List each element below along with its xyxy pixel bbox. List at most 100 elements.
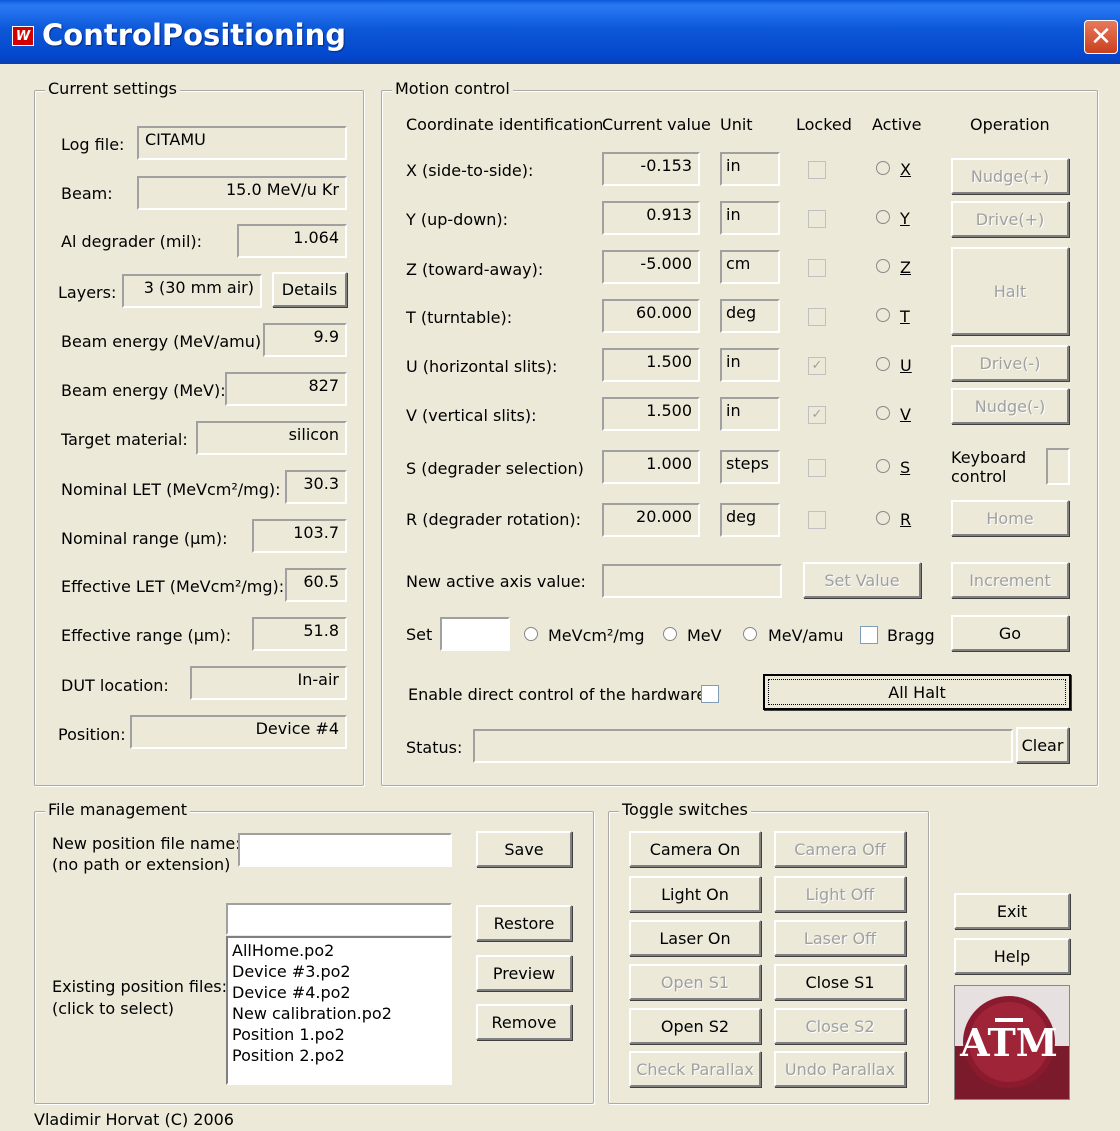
axis-s-label: S (degrader selection) [406, 459, 584, 478]
nominal-range-label: Nominal range (µm): [61, 529, 228, 548]
list-item[interactable]: New calibration.po2 [232, 1003, 446, 1024]
axis-z-locked-checkbox [808, 259, 826, 277]
exit-button[interactable]: Exit [954, 893, 1070, 929]
al-degrader-field: 1.064 [237, 224, 347, 258]
laser-off-button[interactable]: Laser Off [774, 920, 906, 956]
axis-z-key: Z [900, 258, 911, 277]
log-file-label: Log file: [61, 135, 125, 154]
set-input[interactable] [440, 617, 510, 651]
undo-parallax-button[interactable]: Undo Parallax [774, 1051, 906, 1087]
let-option-label: MeVcm²/mg [548, 626, 645, 645]
drive-minus-button[interactable]: Drive(-) [951, 345, 1069, 381]
axis-t-label: T (turntable): [406, 308, 513, 327]
beam-energy-amu-field: 9.9 [263, 323, 347, 357]
axis-v-active-radio[interactable] [876, 406, 890, 420]
effective-range-label: Effective range (µm): [61, 626, 232, 645]
axis-y-unit: in [720, 201, 780, 235]
enable-hardware-checkbox[interactable] [701, 685, 719, 703]
halt-button[interactable]: Halt [951, 247, 1069, 335]
existing-files-listbox[interactable]: AllHome.po2 Device #3.po2 Device #4.po2 … [226, 936, 452, 1085]
axis-u-unit: in [720, 348, 780, 382]
header-current-value: Current value [602, 115, 711, 134]
current-settings-legend: Current settings [45, 79, 180, 98]
target-material-label: Target material: [61, 430, 188, 449]
new-file-hint: (no path or extension) [52, 855, 231, 874]
list-item[interactable]: Position 2.po2 [232, 1045, 446, 1066]
nominal-let-label: Nominal LET (MeVcm²/mg): [61, 480, 281, 499]
axis-r-value: 20.000 [602, 503, 700, 537]
list-item[interactable]: Device #4.po2 [232, 982, 446, 1003]
axis-y-key: Y [900, 209, 910, 228]
effective-let-field: 60.5 [285, 568, 347, 602]
nudge-plus-button[interactable]: Nudge(+) [951, 158, 1069, 194]
axis-y-active-radio[interactable] [876, 210, 890, 224]
bragg-checkbox[interactable] [860, 626, 878, 644]
selected-file-input[interactable] [226, 903, 452, 935]
restore-button[interactable]: Restore [476, 905, 572, 941]
save-button[interactable]: Save [476, 831, 572, 867]
camera-on-button[interactable]: Camera On [629, 831, 761, 867]
drive-plus-button[interactable]: Drive(+) [951, 201, 1069, 237]
mev-radio[interactable] [663, 627, 677, 641]
list-item[interactable]: Device #3.po2 [232, 961, 446, 982]
axis-t-key: T [900, 307, 910, 326]
close-s2-button[interactable]: Close S2 [774, 1008, 906, 1044]
beam-energy-label: Beam energy (MeV): [61, 381, 226, 400]
position-label: Position: [58, 725, 126, 744]
nudge-minus-button[interactable]: Nudge(-) [951, 388, 1069, 424]
keyboard-control-field[interactable] [1046, 448, 1070, 485]
axis-u-locked-checkbox: ✓ [808, 357, 826, 375]
axis-s-active-radio[interactable] [876, 459, 890, 473]
new-file-label: New position file name: [52, 834, 241, 853]
copyright-footer: Vladimir Horvat (C) 2006 [34, 1110, 234, 1129]
list-item[interactable]: AllHome.po2 [232, 940, 446, 961]
effective-let-label: Effective LET (MeVcm²/mg): [61, 577, 285, 596]
help-button[interactable]: Help [954, 938, 1070, 974]
nominal-let-field: 30.3 [285, 470, 347, 504]
preview-button[interactable]: Preview [476, 955, 572, 991]
axis-r-label: R (degrader rotation): [406, 510, 582, 529]
existing-files-hint: (click to select) [52, 999, 175, 1018]
al-degrader-label: Al degrader (mil): [61, 232, 203, 251]
axis-t-active-radio[interactable] [876, 308, 890, 322]
let-radio[interactable] [524, 627, 538, 641]
light-on-button[interactable]: Light On [629, 876, 761, 912]
light-off-button[interactable]: Light Off [774, 876, 906, 912]
tamu-logo-icon: ATM [955, 986, 1069, 1099]
axis-u-active-radio[interactable] [876, 357, 890, 371]
new-file-name-input[interactable] [238, 833, 452, 867]
nominal-range-field: 103.7 [252, 519, 347, 553]
axis-x-value: -0.153 [602, 152, 700, 186]
go-button[interactable]: Go [951, 615, 1069, 651]
laser-on-button[interactable]: Laser On [629, 920, 761, 956]
camera-off-button[interactable]: Camera Off [774, 831, 906, 867]
remove-button[interactable]: Remove [476, 1004, 572, 1040]
clear-button[interactable]: Clear [1016, 727, 1069, 763]
axis-z-unit: cm [720, 250, 780, 284]
home-button[interactable]: Home [951, 500, 1069, 536]
open-s2-button[interactable]: Open S2 [629, 1008, 761, 1044]
dut-location-label: DUT location: [61, 676, 169, 695]
mev-amu-radio[interactable] [743, 627, 757, 641]
axis-v-value: 1.500 [602, 397, 700, 431]
axis-t-value: 60.000 [602, 299, 700, 333]
axis-s-value: 1.000 [602, 450, 700, 484]
check-parallax-button[interactable]: Check Parallax [629, 1051, 761, 1087]
header-active: Active [872, 115, 922, 134]
list-item[interactable]: Position 1.po2 [232, 1024, 446, 1045]
all-halt-button[interactable]: All Halt [763, 674, 1071, 710]
increment-button[interactable]: Increment [951, 562, 1069, 598]
axis-z-active-radio[interactable] [876, 259, 890, 273]
header-operation: Operation [970, 115, 1050, 134]
open-s1-button[interactable]: Open S1 [629, 964, 761, 1000]
axis-x-active-radio[interactable] [876, 161, 890, 175]
close-button[interactable]: ✕ [1084, 20, 1118, 54]
set-value-button[interactable]: Set Value [803, 562, 921, 598]
axis-r-active-radio[interactable] [876, 511, 890, 525]
axis-x-unit: in [720, 152, 780, 186]
new-axis-value-input[interactable] [602, 564, 782, 598]
header-locked: Locked [796, 115, 852, 134]
close-s1-button[interactable]: Close S1 [774, 964, 906, 1000]
details-button[interactable]: Details [272, 272, 347, 307]
effective-range-field: 51.8 [252, 617, 347, 651]
